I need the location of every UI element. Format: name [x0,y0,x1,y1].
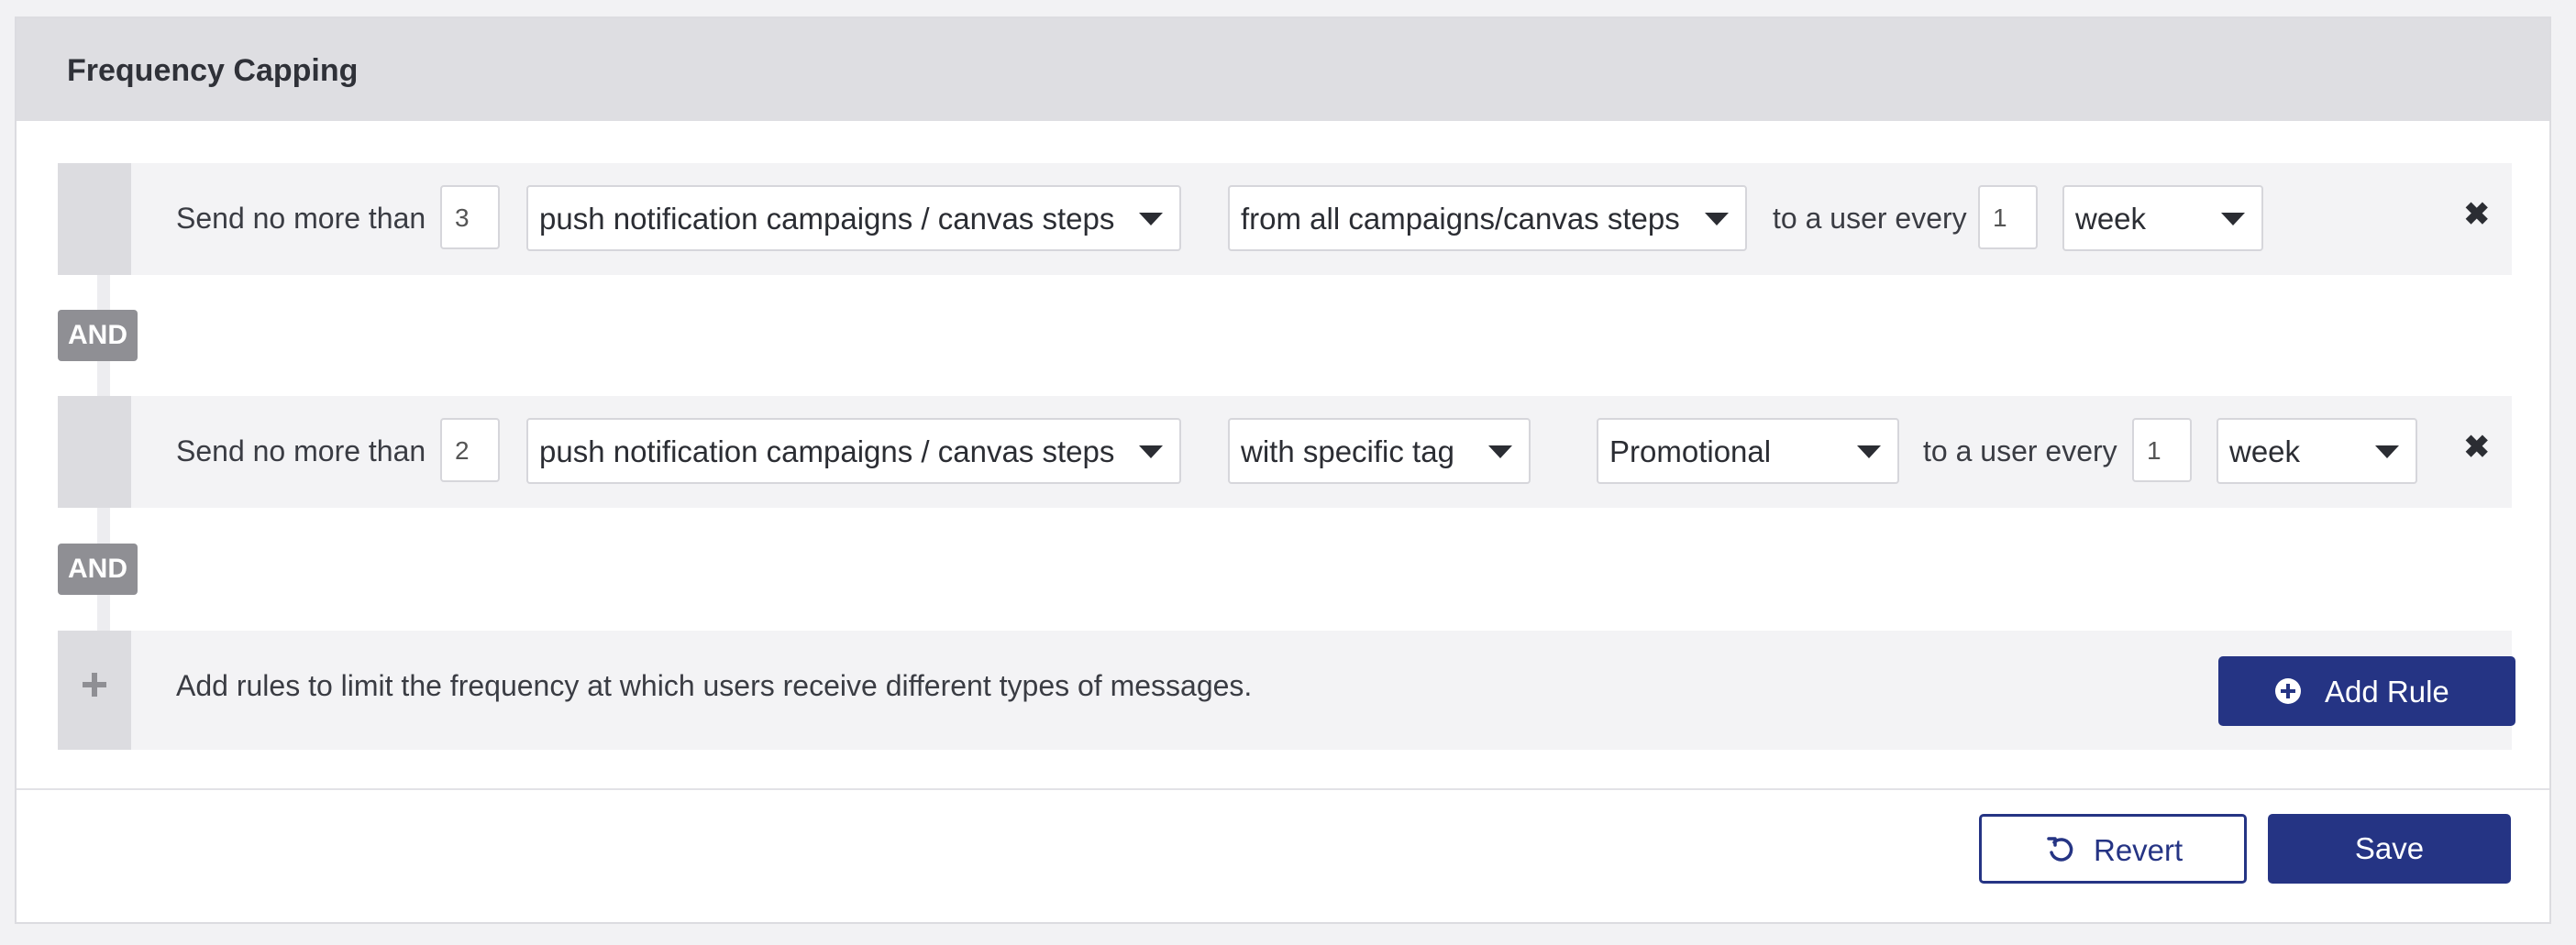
chevron-down-icon [1139,213,1163,225]
add-rule-button[interactable]: Add Rule [2218,656,2515,726]
period-select[interactable]: week [2217,418,2417,484]
rule-prefix-label: Send no more than [176,434,426,467]
revert-label: Revert [2094,833,2184,867]
message-type-value: push notification campaigns / canvas ste… [539,434,1115,468]
period-value: week [2229,434,2301,468]
undo-icon [2047,837,2073,862]
interval-label: to a user every [1773,202,1967,235]
message-type-select[interactable]: push notification campaigns / canvas ste… [526,185,1181,251]
interval-input[interactable]: 1 [2132,418,2192,482]
chevron-down-icon [1705,213,1729,225]
chevron-down-icon [2375,445,2399,458]
source-value: with specific tag [1241,434,1454,468]
count-input[interactable]: 3 [440,185,500,249]
period-value: week [2075,202,2147,236]
frequency-rule-1: Send no more than 3 push notification ca… [58,163,2512,275]
page-title: Frequency Capping [67,53,359,88]
count-input[interactable]: 2 [440,418,500,482]
period-select[interactable]: week [2062,185,2263,251]
panel-header: Frequency Capping [17,18,2549,121]
rule-drag-handle[interactable] [58,163,131,275]
revert-button[interactable]: Revert [1979,814,2247,884]
chevron-down-icon [2221,213,2245,225]
chevron-down-icon [1488,445,1512,458]
frequency-capping-panel: Frequency Capping Send no more than 3 pu… [15,16,2551,924]
frequency-rule-2: Send no more than 2 push notification ca… [58,396,2512,508]
and-badge: AND [58,310,138,361]
tag-select[interactable]: Promotional [1597,418,1899,484]
source-select[interactable]: from all campaigns/canvas steps [1228,185,1747,251]
source-value: from all campaigns/canvas steps [1241,202,1680,236]
add-rule-description: Add rules to limit the frequency at whic… [176,669,1253,702]
message-type-select[interactable]: push notification campaigns / canvas ste… [526,418,1181,484]
rule-drag-handle[interactable] [58,396,131,508]
remove-rule-icon[interactable]: ✖ [2464,196,2491,233]
and-badge: AND [58,544,138,595]
remove-rule-icon[interactable]: ✖ [2464,429,2491,466]
plus-icon [83,673,106,697]
plus-circle-icon [2275,678,2301,704]
add-rule-label: Add Rule [2325,675,2449,709]
message-type-value: push notification campaigns / canvas ste… [539,202,1115,236]
add-rule-tab [58,631,131,750]
chevron-down-icon [1857,445,1881,458]
chevron-down-icon [1139,445,1163,458]
tag-value: Promotional [1609,434,1772,468]
add-rule-row: Add rules to limit the frequency at whic… [58,631,2515,750]
interval-label: to a user every [1923,434,2117,467]
interval-input[interactable]: 1 [1978,185,2038,249]
source-select[interactable]: with specific tag [1228,418,1531,484]
save-button[interactable]: Save [2268,814,2511,884]
rule-prefix-label: Send no more than [176,202,426,235]
footer-divider [17,788,2549,790]
